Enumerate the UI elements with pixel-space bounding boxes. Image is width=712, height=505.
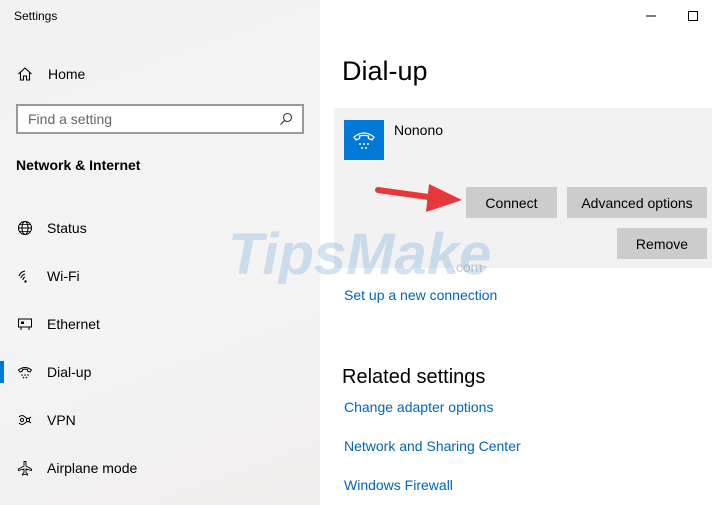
minimize-icon [646, 15, 656, 17]
sidebar-item-label: Wi-Fi [47, 268, 80, 284]
change-adapter-options-link[interactable]: Change adapter options [344, 399, 493, 415]
page-title: Dial-up [342, 56, 428, 86]
setup-new-connection-link[interactable]: Set up a new connection [344, 287, 497, 303]
sidebar-item-label: Status [47, 220, 87, 236]
phone-icon [344, 120, 384, 160]
sidebar-item-dialup[interactable]: Dial-up [0, 348, 320, 396]
sidebar-item-ethernet[interactable]: Ethernet [0, 300, 320, 348]
search-input[interactable] [28, 111, 278, 127]
sidebar-item-label: Airplane mode [47, 460, 138, 476]
related-settings-heading: Related settings [342, 366, 486, 388]
connect-button[interactable]: Connect [466, 187, 557, 218]
sidebar-item-label: Ethernet [47, 316, 100, 332]
ethernet-icon [16, 315, 34, 333]
home-nav-item[interactable]: Home [16, 62, 85, 86]
window-controls [628, 0, 712, 32]
sidebar-item-wifi[interactable]: Wi-Fi [0, 252, 320, 300]
windows-firewall-link[interactable]: Windows Firewall [344, 477, 453, 493]
maximize-icon [688, 11, 698, 21]
minimize-button[interactable] [628, 0, 674, 32]
nav-list: Status Wi-Fi Ethernet Dial-up VPN Airpla… [0, 204, 320, 492]
app-title: Settings [14, 9, 58, 23]
sidebar-item-status[interactable]: Status [0, 204, 320, 252]
red-arrow-annotation [375, 184, 462, 212]
dialup-connection-card[interactable]: Nonono Connect Advanced options Remove [334, 108, 712, 268]
sidebar-item-vpn[interactable]: VPN [0, 396, 320, 444]
sidebar: Settings Home Network & Internet Status … [0, 0, 320, 505]
sidebar-item-airplane-mode[interactable]: Airplane mode [0, 444, 320, 492]
search-box[interactable] [16, 104, 304, 134]
globe-icon [16, 219, 34, 237]
section-heading: Network & Internet [16, 157, 141, 173]
vpn-icon [16, 411, 34, 429]
sidebar-item-label: Dial-up [47, 364, 92, 380]
home-icon [16, 65, 34, 83]
maximize-button[interactable] [674, 0, 712, 32]
airplane-icon [16, 459, 34, 477]
network-sharing-center-link[interactable]: Network and Sharing Center [344, 438, 521, 454]
advanced-options-button[interactable]: Advanced options [567, 187, 707, 218]
wifi-icon [16, 267, 34, 285]
home-label: Home [48, 66, 86, 82]
sidebar-item-label: VPN [47, 412, 76, 428]
remove-button[interactable]: Remove [617, 228, 707, 259]
dialup-icon [16, 363, 34, 381]
main-content: Dial-up Nonono Connect Advanced options … [320, 0, 712, 505]
connection-name: Nonono [394, 122, 444, 138]
search-icon[interactable] [278, 111, 294, 127]
